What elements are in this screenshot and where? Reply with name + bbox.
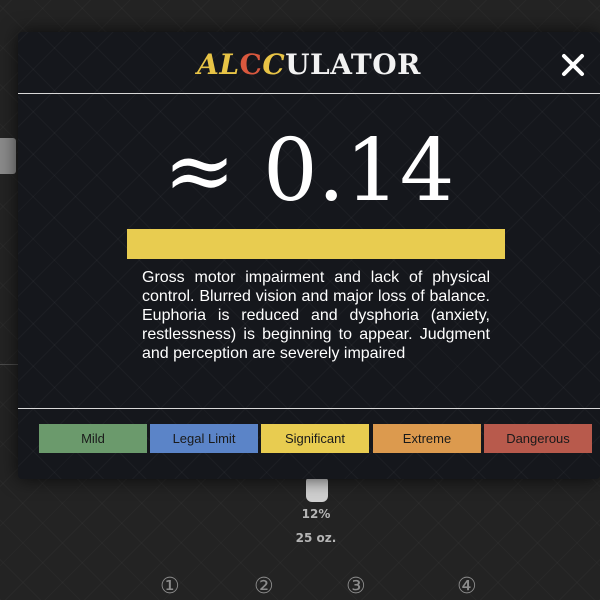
footer-divider — [18, 408, 600, 409]
legend-extreme[interactable]: Extreme — [373, 424, 481, 453]
title-part-al: AL — [197, 48, 240, 81]
legend-dangerous[interactable]: Dangerous — [484, 424, 592, 453]
level-bar — [127, 229, 505, 259]
bac-value: ≈ 0.14 — [163, 121, 455, 221]
step-4[interactable]: ④ — [457, 574, 477, 599]
legend-significant[interactable]: Significant — [261, 424, 369, 453]
title-part-c-red: C — [239, 48, 263, 81]
close-button[interactable] — [556, 48, 590, 82]
header-divider — [18, 93, 600, 94]
close-icon — [562, 54, 584, 76]
title-part-c-yellow: C — [262, 48, 286, 81]
legend-legal-limit[interactable]: Legal Limit — [150, 424, 258, 453]
step-indicators: ① ② ③ ④ — [0, 574, 600, 600]
title-part-ulator: ULATOR — [285, 48, 421, 81]
legend-mild[interactable]: Mild — [39, 424, 147, 453]
result-modal: ALCCULATOR ≈ 0.14 Gross motor impairment… — [18, 32, 600, 479]
level-description: Gross motor impairment and lack of physi… — [142, 269, 490, 362]
modal-header: ALCCULATOR — [18, 32, 600, 93]
step-2[interactable]: ② — [254, 574, 274, 599]
app-title: ALCCULATOR — [18, 48, 600, 81]
divider — [0, 364, 18, 365]
step-1[interactable]: ① — [160, 574, 180, 599]
drink-percent: 12% — [301, 507, 331, 521]
step-3[interactable]: ③ — [346, 574, 366, 599]
slider-handle[interactable] — [0, 138, 16, 174]
drink-cup-icon[interactable] — [306, 478, 328, 502]
drink-ounces: 25 oz. — [295, 531, 337, 545]
